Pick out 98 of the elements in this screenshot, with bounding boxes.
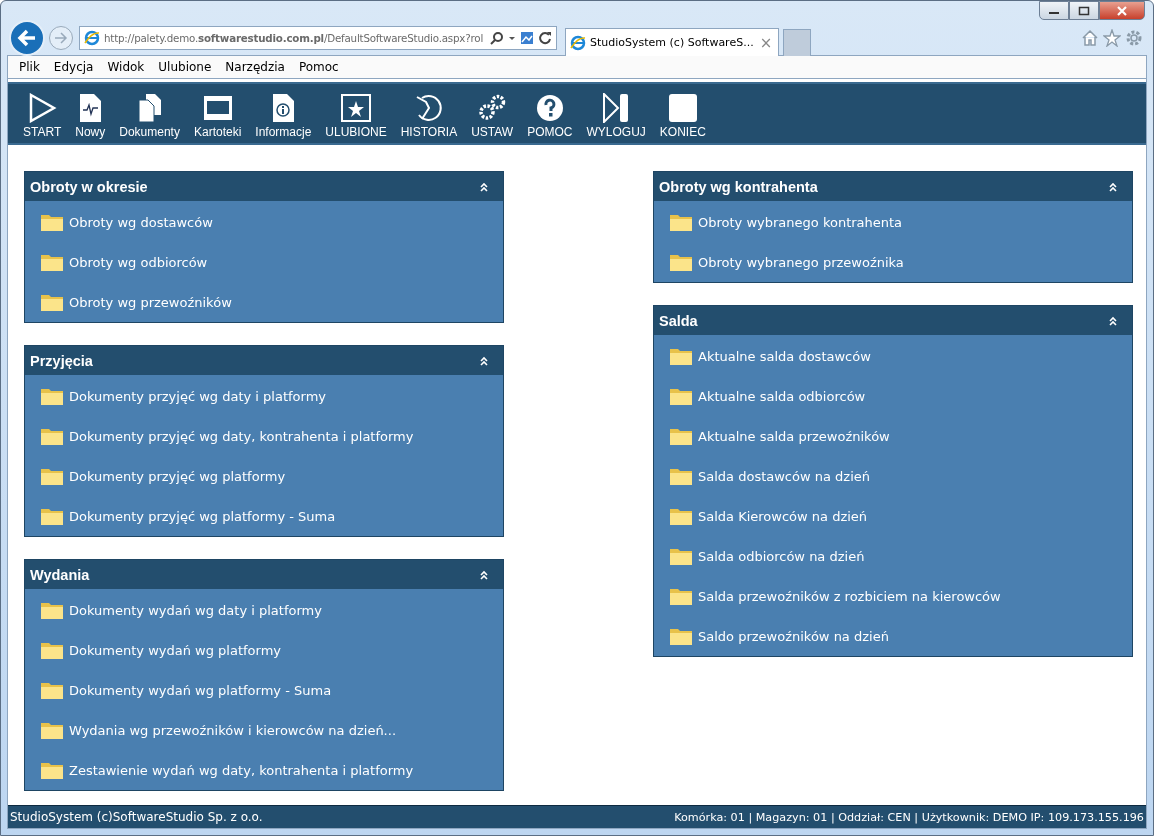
arrow-left-icon bbox=[17, 29, 37, 47]
browser-logo-icon bbox=[570, 34, 586, 51]
browser-tab[interactable]: StudioSystem (c) SoftwareS... × bbox=[565, 28, 780, 56]
close-icon bbox=[1116, 5, 1128, 16]
menu-item[interactable]: Edycja bbox=[53, 60, 94, 74]
toolbar-button[interactable]: Kartoteki bbox=[186, 93, 249, 139]
folder-icon bbox=[669, 386, 693, 406]
menu-item[interactable]: Narzędzia bbox=[225, 60, 285, 74]
collapse-icon[interactable] bbox=[479, 355, 489, 366]
toolbar-button[interactable]: Informacje bbox=[248, 93, 319, 139]
toolbar-button[interactable]: START bbox=[16, 93, 69, 139]
report-link[interactable]: Salda odbiorców na dzień bbox=[698, 548, 865, 564]
report-link[interactable]: Dokumenty przyjęć wg daty, kontrahenta i platformy bbox=[69, 428, 414, 444]
maximize-button[interactable] bbox=[1069, 1, 1099, 20]
folder-icon bbox=[669, 252, 693, 272]
menu-item[interactable]: Ulubione bbox=[158, 60, 212, 74]
menu-item[interactable]: Pomoc bbox=[298, 60, 339, 74]
collapse-icon[interactable] bbox=[479, 569, 489, 580]
folder-icon bbox=[669, 626, 693, 646]
arrow-right-icon bbox=[54, 32, 68, 44]
toolbar-button[interactable]: USTAW bbox=[464, 93, 521, 139]
search-icon[interactable] bbox=[490, 31, 504, 45]
toolbar-button[interactable]: HISTORIA bbox=[393, 93, 465, 139]
report-link[interactable]: Aktualne salda odbiorców bbox=[698, 388, 866, 404]
folder-icon bbox=[669, 546, 693, 566]
folder-icon bbox=[40, 640, 64, 660]
report-link[interactable]: Aktualne salda dostawców bbox=[698, 348, 871, 364]
collapse-icon[interactable] bbox=[1108, 181, 1118, 192]
home-icon[interactable] bbox=[1081, 29, 1099, 47]
play-icon bbox=[27, 93, 58, 123]
toolbar-button[interactable]: POMOC bbox=[520, 93, 580, 139]
toolbar-button[interactable]: ULUBIONE bbox=[318, 93, 394, 139]
folder-icon bbox=[40, 212, 64, 232]
maximize-icon bbox=[1078, 5, 1090, 16]
refresh-icon[interactable] bbox=[538, 31, 552, 45]
panel-title: Obroty w okresie bbox=[30, 178, 148, 195]
report-link[interactable]: Obroty wybranego kontrahenta bbox=[698, 214, 903, 230]
report-link[interactable]: Saldo przewoźników na dzień bbox=[698, 628, 889, 644]
report-link[interactable]: Obroty wg odbiorców bbox=[69, 254, 208, 270]
folder-icon bbox=[40, 760, 64, 780]
tab-title: StudioSystem (c) SoftwareS... bbox=[590, 36, 754, 49]
browser-logo-icon bbox=[84, 30, 100, 46]
collapse-icon[interactable] bbox=[1108, 315, 1118, 326]
report-link[interactable]: Zestawienie wydań wg daty, kontrahenta i platformy bbox=[69, 762, 414, 778]
folder-icon bbox=[669, 346, 693, 366]
folder-icon bbox=[40, 600, 64, 620]
folder-icon bbox=[40, 466, 64, 486]
toolbar-button[interactable]: KONIEC bbox=[652, 93, 713, 139]
company-name: StudioSystem (c)SoftwareStudio Sp. z o.o. bbox=[10, 810, 263, 824]
folder-icon bbox=[40, 386, 64, 406]
toolbar-button[interactable]: WYLOGUJ bbox=[579, 93, 653, 139]
report-link[interactable]: Dokumenty przyjęć wg platformy bbox=[69, 468, 286, 484]
folder-icon bbox=[669, 586, 693, 606]
menu-item[interactable]: Plik bbox=[19, 60, 40, 74]
folder-icon bbox=[40, 680, 64, 700]
panel-title: Wydania bbox=[30, 566, 90, 583]
close-button[interactable] bbox=[1099, 1, 1145, 20]
address-bar[interactable]: http://palety.demo.softwarestudio.com.pl/DefaultSoftwareStudio.aspx?rol bbox=[79, 26, 557, 50]
compatibility-icon[interactable] bbox=[520, 31, 534, 45]
report-link[interactable]: Dokumenty przyjęć wg platformy - Suma bbox=[69, 508, 336, 524]
folder-icon bbox=[40, 426, 64, 446]
toolbar-button[interactable]: Nowy bbox=[68, 93, 113, 139]
menu-item[interactable]: Widok bbox=[107, 60, 145, 74]
session-info: Komórka: 01 | Magazyn: 01 | Oddział: CEN | Użytkownik: DEMO IP: 109.173.155.196 bbox=[674, 810, 1144, 824]
collapse-icon[interactable] bbox=[479, 181, 489, 192]
folder-icon bbox=[40, 292, 64, 312]
stop-icon bbox=[667, 93, 698, 123]
report-link[interactable]: Obroty wg dostawców bbox=[69, 214, 213, 230]
folder-icon bbox=[40, 720, 64, 740]
report-link[interactable]: Aktualne salda przewoźników bbox=[698, 428, 890, 444]
report-link[interactable]: Salda przewoźników z rozbiciem na kierowców bbox=[698, 588, 1001, 604]
panel-title: Salda bbox=[659, 312, 698, 329]
back-button[interactable] bbox=[9, 20, 45, 56]
window-icon bbox=[202, 93, 233, 123]
minimize-button[interactable] bbox=[1039, 1, 1069, 20]
star-icon[interactable] bbox=[1103, 29, 1121, 47]
folder-icon bbox=[40, 506, 64, 526]
report-link[interactable]: Obroty wg przewoźników bbox=[69, 294, 232, 310]
folder-icon bbox=[669, 506, 693, 526]
help-icon bbox=[534, 93, 565, 123]
report-link[interactable]: Salda dostawców na dzień bbox=[698, 468, 870, 484]
report-link[interactable]: Dokumenty przyjęć wg daty i platformy bbox=[69, 388, 326, 404]
panel-title: Przyjęcia bbox=[30, 352, 93, 369]
star-window-icon bbox=[341, 93, 371, 123]
folder-icon bbox=[669, 212, 693, 232]
report-link[interactable]: Wydania wg przewoźników i kierowców na dzień... bbox=[69, 722, 397, 738]
report-link[interactable]: Dokumenty wydań wg daty i platformy bbox=[69, 602, 322, 618]
report-link[interactable]: Dokumenty wydań wg platformy bbox=[69, 642, 282, 658]
gears-icon bbox=[477, 93, 508, 123]
report-link[interactable]: Salda Kierowców na dzień bbox=[698, 508, 868, 524]
toolbar-button[interactable]: Dokumenty bbox=[112, 93, 187, 139]
tab-close-button[interactable]: × bbox=[757, 33, 775, 52]
report-link[interactable]: Obroty wybranego przewoźnika bbox=[698, 254, 904, 270]
folder-icon bbox=[40, 252, 64, 272]
report-link[interactable]: Dokumenty wydań wg platformy - Suma bbox=[69, 682, 332, 698]
folder-icon bbox=[669, 426, 693, 446]
panel-title: Obroty wg kontrahenta bbox=[659, 178, 818, 195]
folder-icon bbox=[669, 466, 693, 486]
